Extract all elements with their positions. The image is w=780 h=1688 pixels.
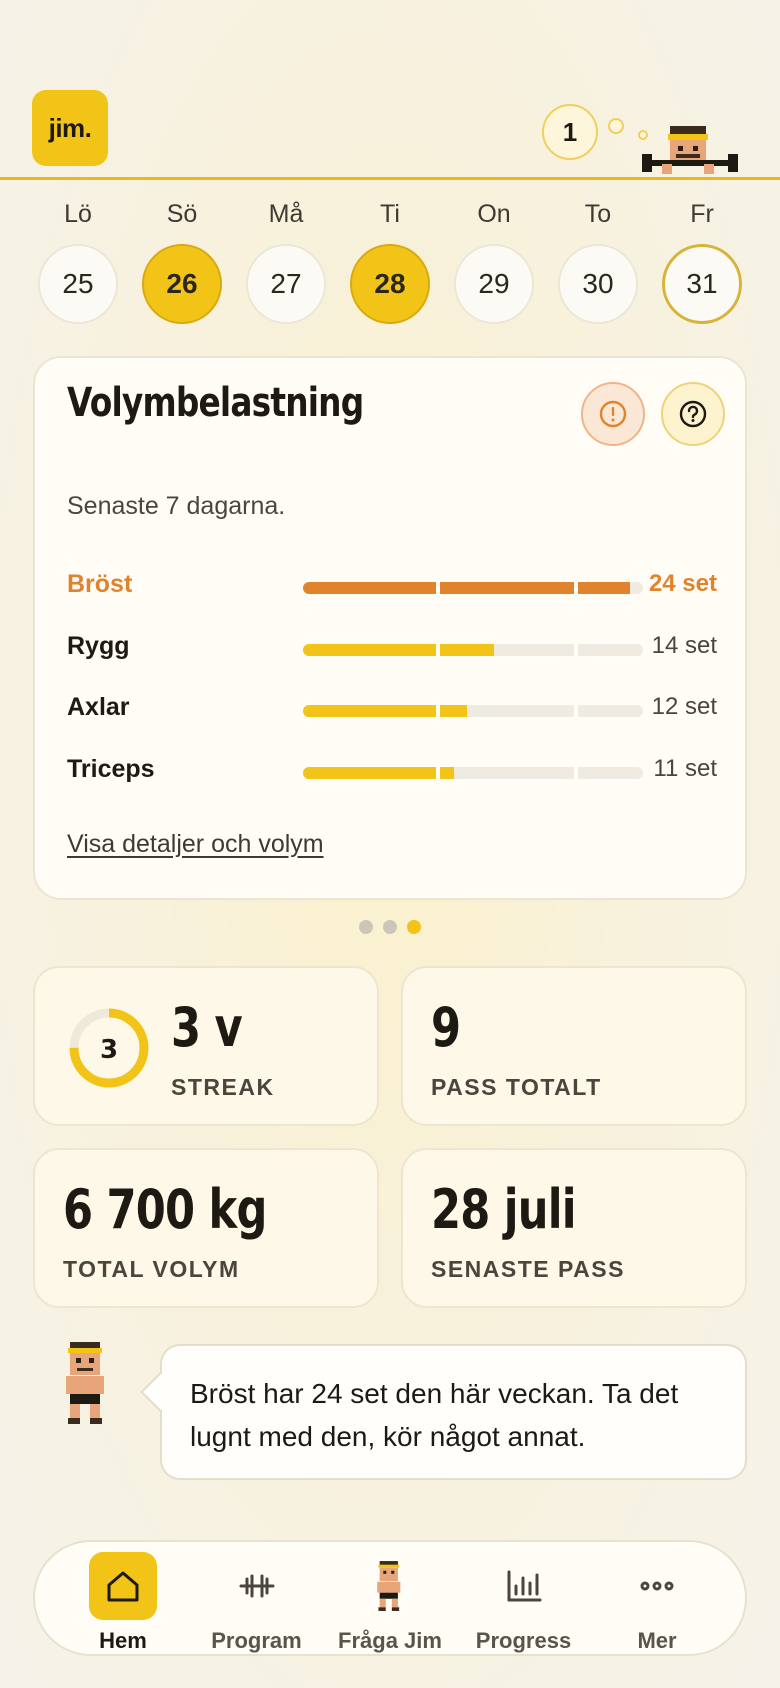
bottom-navigation: Hem Program Fråga Jim Progress Mer bbox=[33, 1540, 747, 1656]
volume-load-card[interactable]: Volymbelastning Senaste 7 dagarna. Bröst… bbox=[33, 356, 747, 900]
total-volume-card[interactable]: 6 700 kg TOTAL VOLYM bbox=[33, 1148, 379, 1308]
muscle-sets: 11 set bbox=[653, 755, 717, 782]
muscle-row: Triceps 11 set bbox=[67, 751, 717, 791]
day-number[interactable]: 30 bbox=[558, 244, 638, 324]
streak-ring-number: 3 bbox=[100, 1035, 118, 1065]
header-divider bbox=[0, 177, 780, 180]
muscle-name: Triceps bbox=[67, 755, 155, 783]
carousel-pager bbox=[359, 920, 421, 934]
card-title: Volymbelastning bbox=[67, 380, 364, 426]
day-item[interactable]: To 30 bbox=[558, 200, 638, 325]
muscle-sets: 12 set bbox=[651, 693, 717, 720]
day-number-completed[interactable]: 26 bbox=[142, 244, 222, 324]
day-number[interactable]: 25 bbox=[38, 244, 118, 324]
day-name: Må bbox=[268, 200, 304, 228]
question-icon bbox=[679, 400, 707, 428]
details-link[interactable]: Visa detaljer och volym bbox=[67, 830, 324, 859]
nav-item-more[interactable]: Mer bbox=[593, 1542, 721, 1654]
volume-bar bbox=[303, 644, 643, 656]
volume-bar-fill bbox=[440, 582, 574, 594]
day-name: Sö bbox=[166, 200, 198, 228]
pager-dot[interactable] bbox=[383, 920, 397, 934]
pager-dot[interactable] bbox=[359, 920, 373, 934]
muscle-name: Rygg bbox=[67, 632, 130, 660]
day-number[interactable]: 27 bbox=[246, 244, 326, 324]
day-number-completed[interactable]: 28 bbox=[350, 244, 430, 324]
pixel-coach-avatar-icon bbox=[66, 1342, 104, 1424]
streak-label: STREAK bbox=[171, 1074, 275, 1100]
more-dots-icon bbox=[623, 1552, 691, 1620]
volume-bar bbox=[303, 705, 643, 717]
volume-bar-fill bbox=[440, 767, 454, 779]
streak-card[interactable]: 3 3 v STREAK bbox=[33, 966, 379, 1126]
volume-bar-fill bbox=[440, 705, 467, 717]
nav-label: Program bbox=[211, 1628, 302, 1653]
volume-bar-fill bbox=[303, 644, 437, 656]
total-sessions-card[interactable]: 9 PASS TOTALT bbox=[401, 966, 747, 1126]
day-item[interactable]: Sö 26 bbox=[142, 200, 222, 325]
jim-avatar-icon bbox=[356, 1552, 424, 1620]
last-session-value: 28 juli bbox=[431, 1178, 577, 1241]
day-name: To bbox=[584, 200, 612, 228]
volume-bar-fill bbox=[303, 705, 437, 717]
nav-item-ask-jim[interactable]: Fråga Jim bbox=[326, 1542, 454, 1654]
nav-label: Hem bbox=[99, 1628, 147, 1653]
muscle-row: Bröst 24 set bbox=[67, 566, 717, 606]
volume-bar-fill bbox=[303, 582, 437, 594]
nav-label: Fråga Jim bbox=[338, 1628, 442, 1653]
last-session-card[interactable]: 28 juli SENASTE PASS bbox=[401, 1148, 747, 1308]
nav-label: Progress bbox=[475, 1628, 572, 1653]
volume-bar-fill bbox=[303, 767, 437, 779]
day-number[interactable]: 29 bbox=[454, 244, 534, 324]
day-number-today[interactable]: 31 bbox=[662, 244, 742, 324]
day-item[interactable]: Må 27 bbox=[246, 200, 326, 325]
volume-bar-fill bbox=[577, 582, 630, 594]
app-header: jim. 1 bbox=[0, 0, 780, 180]
bar-chart-icon bbox=[490, 1552, 558, 1620]
sessions-label: PASS TOTALT bbox=[431, 1074, 602, 1100]
volume-bar-fill bbox=[440, 644, 494, 656]
day-item[interactable]: On 29 bbox=[454, 200, 534, 325]
muscle-row: Rygg 14 set bbox=[67, 628, 717, 668]
volume-bar bbox=[303, 767, 643, 779]
nav-item-progress[interactable]: Progress bbox=[460, 1542, 588, 1654]
muscle-name: Axlar bbox=[67, 693, 130, 721]
day-item[interactable]: Lö 25 bbox=[38, 200, 118, 325]
alert-icon bbox=[599, 400, 627, 428]
streak-ring: 3 bbox=[69, 1008, 149, 1088]
sessions-value: 9 bbox=[431, 996, 461, 1059]
nav-item-home[interactable]: Hem bbox=[59, 1542, 187, 1654]
nav-item-program[interactable]: Program bbox=[193, 1542, 321, 1654]
help-button[interactable] bbox=[661, 382, 725, 446]
volume-label: TOTAL VOLYM bbox=[63, 1256, 240, 1282]
muscle-sets: 24 set bbox=[648, 570, 717, 597]
muscle-name: Bröst bbox=[67, 570, 133, 598]
nav-label: Mer bbox=[637, 1628, 677, 1653]
muscle-row: Axlar 12 set bbox=[67, 689, 717, 729]
day-name: Ti bbox=[380, 200, 400, 228]
pager-dot-active[interactable] bbox=[407, 920, 421, 934]
day-item[interactable]: Fr 31 bbox=[662, 200, 742, 325]
day-item[interactable]: Ti 28 bbox=[350, 200, 430, 325]
day-name: On bbox=[477, 200, 511, 228]
day-name: Lö bbox=[64, 200, 92, 228]
card-subtitle: Senaste 7 dagarna. bbox=[67, 492, 286, 520]
volume-bar bbox=[303, 582, 643, 594]
day-name: Fr bbox=[690, 200, 714, 228]
muscle-sets: 14 set bbox=[651, 632, 717, 659]
notification-counter[interactable]: 1 bbox=[542, 104, 598, 160]
dumbbell-icon bbox=[223, 1552, 291, 1620]
thought-bubble-dot bbox=[608, 118, 624, 134]
home-icon bbox=[89, 1552, 157, 1620]
app-logo[interactable]: jim. bbox=[32, 90, 108, 166]
week-day-strip: Lö 25 Sö 26 Må 27 Ti 28 On 29 To 30 Fr 3… bbox=[38, 200, 742, 325]
coach-speech-bubble[interactable]: Bröst har 24 set den här veckan. Ta det … bbox=[160, 1344, 747, 1480]
last-session-label: SENASTE PASS bbox=[431, 1256, 625, 1282]
warning-button[interactable] bbox=[581, 382, 645, 446]
pixel-weightlifter-icon bbox=[642, 126, 738, 174]
volume-value: 6 700 kg bbox=[63, 1178, 267, 1241]
streak-value: 3 v bbox=[171, 996, 243, 1059]
